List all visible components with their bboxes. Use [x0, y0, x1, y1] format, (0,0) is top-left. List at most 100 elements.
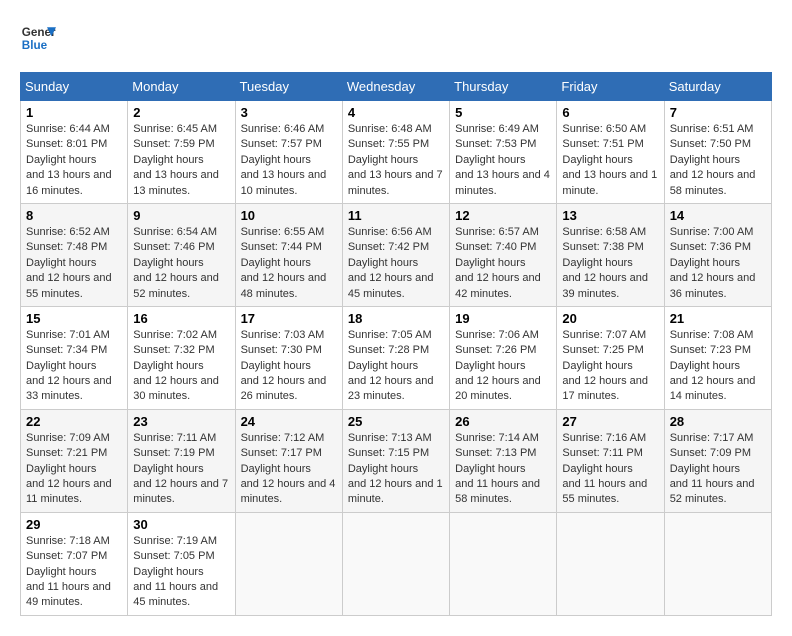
day-number: 3: [241, 105, 337, 120]
day-number: 7: [670, 105, 766, 120]
day-number: 8: [26, 208, 122, 223]
day-info: Sunrise: 6:55 AMSunset: 7:44 PMDaylight …: [241, 226, 327, 300]
logo: General Blue: [20, 20, 56, 56]
day-number: 24: [241, 414, 337, 429]
calendar-cell: 3 Sunrise: 6:46 AMSunset: 7:57 PMDayligh…: [235, 101, 342, 204]
calendar-day-header: Saturday: [664, 73, 771, 101]
day-number: 30: [133, 517, 229, 532]
day-number: 15: [26, 311, 122, 326]
calendar-cell: 13 Sunrise: 6:58 AMSunset: 7:38 PMDaylig…: [557, 203, 664, 306]
day-info: Sunrise: 7:18 AMSunset: 7:07 PMDaylight …: [26, 535, 111, 609]
day-number: 29: [26, 517, 122, 532]
day-info: Sunrise: 7:05 AMSunset: 7:28 PMDaylight …: [348, 329, 434, 403]
calendar-cell: 19 Sunrise: 7:06 AMSunset: 7:26 PMDaylig…: [450, 306, 557, 409]
day-number: 11: [348, 208, 444, 223]
calendar-day-header: Monday: [128, 73, 235, 101]
day-info: Sunrise: 6:58 AMSunset: 7:38 PMDaylight …: [562, 226, 648, 300]
calendar-cell: 30 Sunrise: 7:19 AMSunset: 7:05 PMDaylig…: [128, 512, 235, 615]
calendar-cell: 25 Sunrise: 7:13 AMSunset: 7:15 PMDaylig…: [342, 409, 449, 512]
calendar-cell: 10 Sunrise: 6:55 AMSunset: 7:44 PMDaylig…: [235, 203, 342, 306]
calendar-cell: [342, 512, 449, 615]
calendar-cell: 26 Sunrise: 7:14 AMSunset: 7:13 PMDaylig…: [450, 409, 557, 512]
calendar-cell: 18 Sunrise: 7:05 AMSunset: 7:28 PMDaylig…: [342, 306, 449, 409]
calendar-header-row: SundayMondayTuesdayWednesdayThursdayFrid…: [21, 73, 772, 101]
day-info: Sunrise: 6:48 AMSunset: 7:55 PMDaylight …: [348, 123, 443, 197]
calendar-cell: 2 Sunrise: 6:45 AMSunset: 7:59 PMDayligh…: [128, 101, 235, 204]
day-number: 6: [562, 105, 658, 120]
calendar-cell: 8 Sunrise: 6:52 AMSunset: 7:48 PMDayligh…: [21, 203, 128, 306]
calendar-day-header: Tuesday: [235, 73, 342, 101]
calendar-cell: 4 Sunrise: 6:48 AMSunset: 7:55 PMDayligh…: [342, 101, 449, 204]
day-info: Sunrise: 6:52 AMSunset: 7:48 PMDaylight …: [26, 226, 112, 300]
day-info: Sunrise: 7:08 AMSunset: 7:23 PMDaylight …: [670, 329, 756, 403]
day-info: Sunrise: 7:13 AMSunset: 7:15 PMDaylight …: [348, 432, 443, 506]
day-info: Sunrise: 6:56 AMSunset: 7:42 PMDaylight …: [348, 226, 434, 300]
day-info: Sunrise: 6:46 AMSunset: 7:57 PMDaylight …: [241, 123, 327, 197]
calendar-week-row: 1 Sunrise: 6:44 AMSunset: 8:01 PMDayligh…: [21, 101, 772, 204]
day-number: 2: [133, 105, 229, 120]
day-info: Sunrise: 7:14 AMSunset: 7:13 PMDaylight …: [455, 432, 540, 506]
page-header: General Blue: [20, 20, 772, 56]
svg-text:Blue: Blue: [22, 39, 48, 52]
calendar-cell: 29 Sunrise: 7:18 AMSunset: 7:07 PMDaylig…: [21, 512, 128, 615]
day-info: Sunrise: 7:00 AMSunset: 7:36 PMDaylight …: [670, 226, 756, 300]
calendar-cell: 16 Sunrise: 7:02 AMSunset: 7:32 PMDaylig…: [128, 306, 235, 409]
day-info: Sunrise: 7:01 AMSunset: 7:34 PMDaylight …: [26, 329, 112, 403]
day-number: 10: [241, 208, 337, 223]
calendar-cell: 28 Sunrise: 7:17 AMSunset: 7:09 PMDaylig…: [664, 409, 771, 512]
calendar-cell: 1 Sunrise: 6:44 AMSunset: 8:01 PMDayligh…: [21, 101, 128, 204]
calendar-cell: 22 Sunrise: 7:09 AMSunset: 7:21 PMDaylig…: [21, 409, 128, 512]
calendar-cell: 14 Sunrise: 7:00 AMSunset: 7:36 PMDaylig…: [664, 203, 771, 306]
calendar-cell: 6 Sunrise: 6:50 AMSunset: 7:51 PMDayligh…: [557, 101, 664, 204]
calendar-cell: [450, 512, 557, 615]
calendar-cell: [664, 512, 771, 615]
calendar-day-header: Friday: [557, 73, 664, 101]
day-info: Sunrise: 6:49 AMSunset: 7:53 PMDaylight …: [455, 123, 550, 197]
calendar-cell: 27 Sunrise: 7:16 AMSunset: 7:11 PMDaylig…: [557, 409, 664, 512]
calendar-week-row: 22 Sunrise: 7:09 AMSunset: 7:21 PMDaylig…: [21, 409, 772, 512]
day-number: 17: [241, 311, 337, 326]
day-info: Sunrise: 7:11 AMSunset: 7:19 PMDaylight …: [133, 432, 228, 506]
calendar-body: 1 Sunrise: 6:44 AMSunset: 8:01 PMDayligh…: [21, 101, 772, 616]
day-number: 13: [562, 208, 658, 223]
calendar-week-row: 8 Sunrise: 6:52 AMSunset: 7:48 PMDayligh…: [21, 203, 772, 306]
calendar-cell: 7 Sunrise: 6:51 AMSunset: 7:50 PMDayligh…: [664, 101, 771, 204]
calendar-cell: 5 Sunrise: 6:49 AMSunset: 7:53 PMDayligh…: [450, 101, 557, 204]
day-info: Sunrise: 7:19 AMSunset: 7:05 PMDaylight …: [133, 535, 218, 609]
day-info: Sunrise: 7:17 AMSunset: 7:09 PMDaylight …: [670, 432, 755, 506]
day-info: Sunrise: 7:07 AMSunset: 7:25 PMDaylight …: [562, 329, 648, 403]
day-number: 25: [348, 414, 444, 429]
calendar-week-row: 29 Sunrise: 7:18 AMSunset: 7:07 PMDaylig…: [21, 512, 772, 615]
day-info: Sunrise: 6:51 AMSunset: 7:50 PMDaylight …: [670, 123, 756, 197]
day-info: Sunrise: 6:54 AMSunset: 7:46 PMDaylight …: [133, 226, 219, 300]
calendar-cell: 17 Sunrise: 7:03 AMSunset: 7:30 PMDaylig…: [235, 306, 342, 409]
day-number: 21: [670, 311, 766, 326]
day-info: Sunrise: 6:57 AMSunset: 7:40 PMDaylight …: [455, 226, 541, 300]
day-info: Sunrise: 7:12 AMSunset: 7:17 PMDaylight …: [241, 432, 336, 506]
day-info: Sunrise: 7:02 AMSunset: 7:32 PMDaylight …: [133, 329, 219, 403]
calendar-cell: [557, 512, 664, 615]
calendar-week-row: 15 Sunrise: 7:01 AMSunset: 7:34 PMDaylig…: [21, 306, 772, 409]
calendar-cell: 21 Sunrise: 7:08 AMSunset: 7:23 PMDaylig…: [664, 306, 771, 409]
calendar-cell: 24 Sunrise: 7:12 AMSunset: 7:17 PMDaylig…: [235, 409, 342, 512]
day-number: 9: [133, 208, 229, 223]
calendar-cell: 15 Sunrise: 7:01 AMSunset: 7:34 PMDaylig…: [21, 306, 128, 409]
calendar-cell: 9 Sunrise: 6:54 AMSunset: 7:46 PMDayligh…: [128, 203, 235, 306]
day-number: 26: [455, 414, 551, 429]
calendar-day-header: Thursday: [450, 73, 557, 101]
day-number: 27: [562, 414, 658, 429]
calendar-cell: [235, 512, 342, 615]
calendar-cell: 23 Sunrise: 7:11 AMSunset: 7:19 PMDaylig…: [128, 409, 235, 512]
calendar-cell: 12 Sunrise: 6:57 AMSunset: 7:40 PMDaylig…: [450, 203, 557, 306]
calendar-day-header: Sunday: [21, 73, 128, 101]
day-number: 14: [670, 208, 766, 223]
calendar-table: SundayMondayTuesdayWednesdayThursdayFrid…: [20, 72, 772, 616]
day-number: 4: [348, 105, 444, 120]
calendar-cell: 20 Sunrise: 7:07 AMSunset: 7:25 PMDaylig…: [557, 306, 664, 409]
day-number: 16: [133, 311, 229, 326]
day-number: 5: [455, 105, 551, 120]
day-number: 12: [455, 208, 551, 223]
day-info: Sunrise: 7:16 AMSunset: 7:11 PMDaylight …: [562, 432, 647, 506]
day-info: Sunrise: 7:09 AMSunset: 7:21 PMDaylight …: [26, 432, 112, 506]
day-number: 22: [26, 414, 122, 429]
